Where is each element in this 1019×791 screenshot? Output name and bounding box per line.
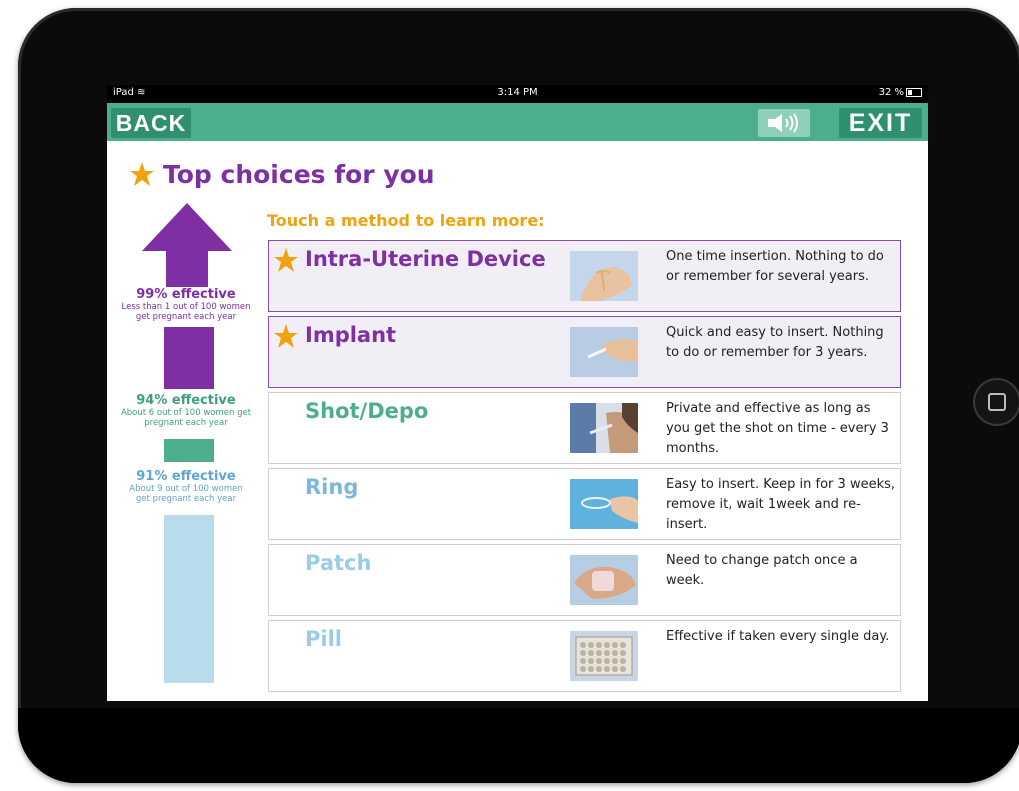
method-name: Intra-Uterine Device	[305, 247, 546, 271]
method-row-implant[interactable]: Implant Quick and easy to insert. Nothin…	[268, 316, 901, 388]
method-name: Shot/Depo	[305, 399, 429, 423]
method-name: Pill	[305, 627, 342, 651]
implant-rod-icon	[570, 327, 638, 377]
method-row-ring[interactable]: Ring Easy to insert. Keep in for 3 weeks…	[268, 468, 901, 540]
method-row-shot[interactable]: Shot/Depo Private and effective as long …	[268, 392, 901, 464]
effectiveness-scale: 99% effective Less than 1 out of 100 wom…	[107, 203, 267, 683]
injection-icon	[570, 403, 638, 453]
method-row-pill[interactable]: Pill Effective if taken every single day…	[268, 620, 901, 692]
effectiveness-label-91: 91% effective About 9 out of 100 women g…	[129, 469, 243, 504]
status-time: 3:14 PM	[497, 87, 538, 98]
effectiveness-label-99: 99% effective Less than 1 out of 100 wom…	[121, 287, 251, 322]
method-row-patch[interactable]: Patch Need to change patch once a week.	[268, 544, 901, 616]
method-description: Quick and easy to insert. Nothing to do …	[666, 325, 884, 360]
star-icon	[130, 162, 154, 186]
method-name: Patch	[305, 551, 372, 575]
method-row-iud[interactable]: Intra-Uterine Device One time insertion.…	[268, 240, 901, 312]
device-bezel-bottom	[18, 708, 1019, 783]
status-bar: iPad ≋ 3:14 PM 32 %	[107, 85, 928, 103]
effectiveness-bar-light-blue	[164, 515, 214, 683]
page-title: Top choices for you	[129, 157, 435, 191]
patch-icon	[570, 555, 638, 605]
method-description: Need to change patch once a week.	[666, 553, 858, 588]
exit-button[interactable]: EXIT	[839, 108, 922, 138]
iud-in-hand-icon	[570, 251, 638, 301]
method-description: Private and effective as long as you get…	[666, 401, 889, 456]
home-button[interactable]	[973, 378, 1019, 426]
method-description: Easy to insert. Keep in for 3 weeks, rem…	[666, 477, 896, 532]
method-description: Effective if taken every single day.	[666, 629, 890, 644]
back-button[interactable]: BACK	[111, 108, 191, 138]
method-name: Ring	[305, 475, 359, 499]
vaginal-ring-icon	[570, 479, 638, 529]
effectiveness-arrow-up-icon	[142, 203, 232, 287]
star-icon	[274, 248, 298, 272]
battery-indicator: 32 %	[879, 87, 922, 98]
effectiveness-label-94: 94% effective About 6 out of 100 women g…	[120, 393, 252, 428]
instruction-text: Touch a method to learn more:	[267, 211, 545, 230]
home-square-icon	[988, 393, 1006, 411]
battery-icon	[906, 87, 922, 97]
effectiveness-bar-purple	[164, 327, 214, 389]
speaker-icon	[768, 113, 798, 133]
nav-bar: BACK EXIT	[107, 103, 928, 141]
effectiveness-bar-green	[164, 439, 214, 462]
method-description: One time insertion. Nothing to do or rem…	[666, 249, 884, 284]
method-list: Intra-Uterine Device One time insertion.…	[268, 240, 903, 696]
app-screen: iPad ≋ 3:14 PM 32 % BACK EXIT Top choice…	[107, 85, 928, 701]
star-icon	[274, 324, 298, 348]
pill-pack-icon	[570, 631, 638, 681]
sound-button[interactable]	[758, 109, 810, 137]
method-name: Implant	[305, 323, 397, 347]
